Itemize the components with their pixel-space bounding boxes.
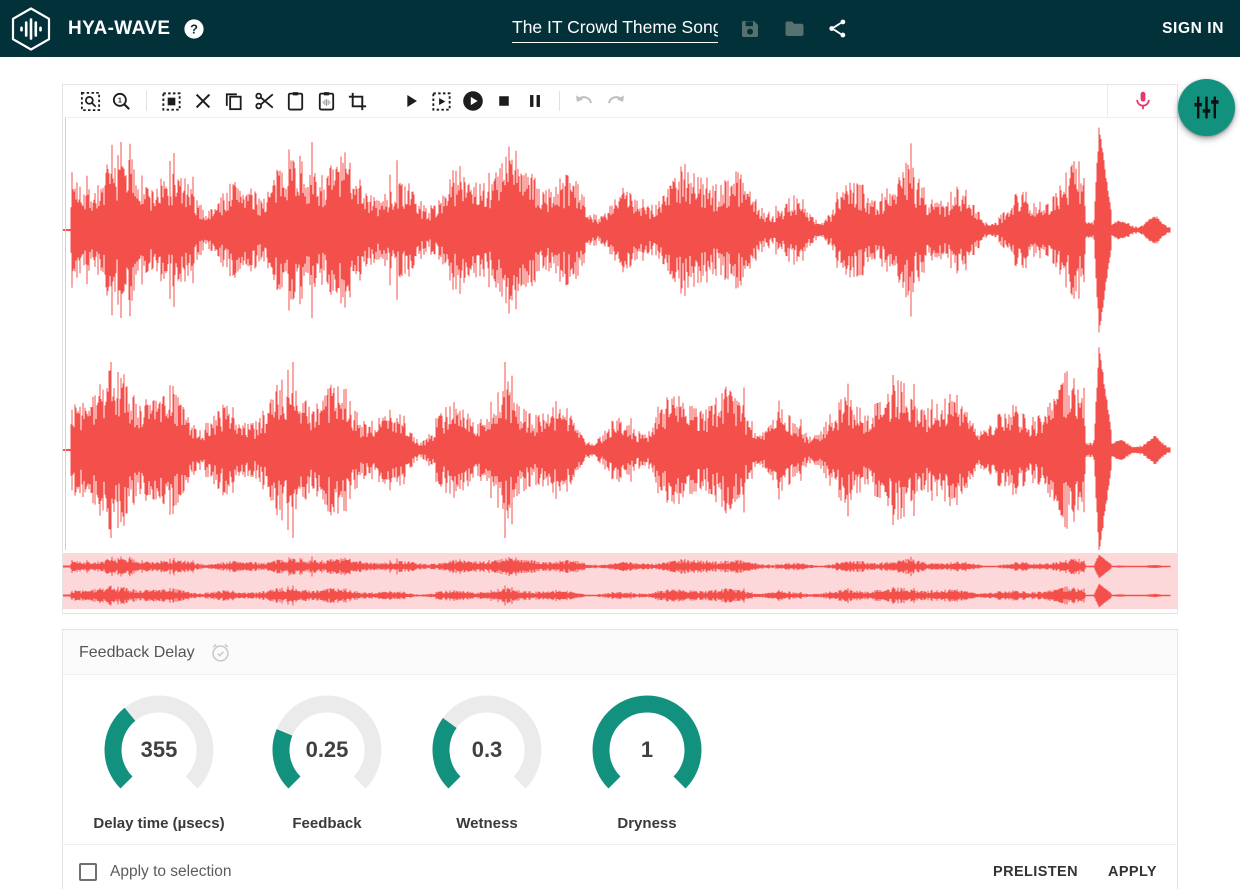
cut-button[interactable] — [249, 87, 280, 115]
knob-label: Dryness — [617, 815, 676, 832]
paste-button[interactable] — [280, 87, 311, 115]
svg-text:?: ? — [191, 21, 199, 36]
zoom-one-icon: 1 — [110, 90, 133, 113]
svg-text:1: 1 — [118, 96, 122, 104]
editor-toolbar: 1 — [63, 85, 1177, 118]
paste-waveform-icon — [315, 90, 338, 113]
playhead-cursor — [65, 118, 66, 550]
track-title-input[interactable] — [512, 15, 718, 43]
overview-waveform — [63, 553, 1177, 609]
undo-button[interactable] — [569, 87, 600, 115]
pause-button[interactable] — [519, 87, 550, 115]
stop-button[interactable] — [488, 87, 519, 115]
copy-button[interactable] — [218, 87, 249, 115]
apply-to-selection-checkbox[interactable] — [79, 863, 97, 881]
zoom-selection-icon — [79, 90, 102, 113]
waveform-overview[interactable] — [63, 553, 1177, 609]
app-logo — [8, 6, 54, 52]
apply-button[interactable]: APPLY — [1104, 858, 1161, 886]
undo-icon — [573, 90, 596, 113]
play-selection-icon — [430, 90, 453, 113]
select-all-icon — [160, 90, 183, 113]
sliders-icon — [1193, 94, 1220, 121]
close-icon — [192, 90, 214, 112]
play-all-button[interactable] — [457, 87, 488, 115]
effect-panel: Feedback Delay 355 Delay time (µsecs) 0.… — [62, 629, 1178, 889]
pause-icon — [524, 90, 546, 112]
effect-title: Feedback Delay — [79, 644, 195, 662]
play-circle-icon — [461, 89, 485, 113]
sign-in-button[interactable]: SIGN IN — [1162, 0, 1224, 57]
clear-selection-button[interactable] — [187, 87, 218, 115]
knob-value: 0.3 — [432, 695, 542, 805]
toolbar-separator — [559, 91, 560, 111]
help-icon: ? — [183, 18, 205, 40]
editor-panel: 1 — [62, 84, 1178, 614]
crop-button[interactable] — [342, 87, 373, 115]
record-button[interactable] — [1107, 85, 1177, 117]
document-title-group — [512, 0, 849, 57]
save-icon — [738, 17, 762, 41]
knob-delay-time[interactable]: 355 Delay time (µsecs) — [71, 695, 247, 832]
help-button[interactable]: ? — [183, 18, 205, 40]
prelisten-button[interactable]: PRELISTEN — [989, 858, 1082, 886]
effect-panel-header: Feedback Delay — [63, 630, 1177, 675]
copy-icon — [222, 90, 245, 113]
knob-value: 0.25 — [272, 695, 382, 805]
knob-label: Feedback — [292, 815, 361, 832]
knob-label: Delay time (µsecs) — [93, 815, 224, 832]
app-header: HYA-WAVE ? — [0, 0, 1240, 57]
footer-actions: PRELISTEN APPLY — [967, 858, 1161, 886]
knob-row: 355 Delay time (µsecs) 0.25 Feedback 0.3… — [63, 675, 1177, 844]
zoom-reset-button[interactable]: 1 — [106, 87, 137, 115]
redo-button[interactable] — [600, 87, 631, 115]
knob-label: Wetness — [456, 815, 517, 832]
play-button[interactable] — [395, 87, 426, 115]
knob-feedback[interactable]: 0.25 Feedback — [247, 695, 407, 832]
effect-panel-footer: Apply to selection PRELISTEN APPLY — [63, 844, 1177, 889]
toolbar-separator — [146, 91, 147, 111]
zoom-selection-button[interactable] — [75, 87, 106, 115]
select-all-button[interactable] — [156, 87, 187, 115]
apply-to-selection-label: Apply to selection — [110, 863, 232, 881]
save-button[interactable] — [738, 17, 762, 41]
crop-icon — [346, 90, 369, 113]
knob-value: 355 — [104, 695, 214, 805]
redo-icon — [604, 90, 627, 113]
play-icon — [400, 90, 422, 112]
knob-wetness[interactable]: 0.3 Wetness — [407, 695, 567, 832]
schedule-button[interactable] — [209, 641, 232, 664]
open-file-button[interactable] — [782, 17, 806, 41]
paste-icon — [284, 90, 307, 113]
microphone-icon — [1131, 89, 1155, 113]
knob-value: 1 — [592, 695, 702, 805]
alarm-check-icon — [209, 641, 232, 664]
effects-fab-button[interactable] — [1178, 79, 1235, 136]
stop-icon — [493, 90, 515, 112]
app-name: HYA-WAVE — [68, 18, 170, 40]
knob-dryness[interactable]: 1 Dryness — [567, 695, 727, 832]
share-icon — [826, 17, 849, 40]
folder-icon — [782, 17, 806, 41]
paste-insert-button[interactable] — [311, 87, 342, 115]
scissors-icon — [253, 89, 277, 113]
stereo-waveform — [63, 118, 1177, 550]
waveform-display[interactable] — [63, 118, 1177, 550]
hexagon-waveform-logo-icon — [8, 6, 54, 52]
play-selection-button[interactable] — [426, 87, 457, 115]
share-button[interactable] — [826, 17, 849, 40]
